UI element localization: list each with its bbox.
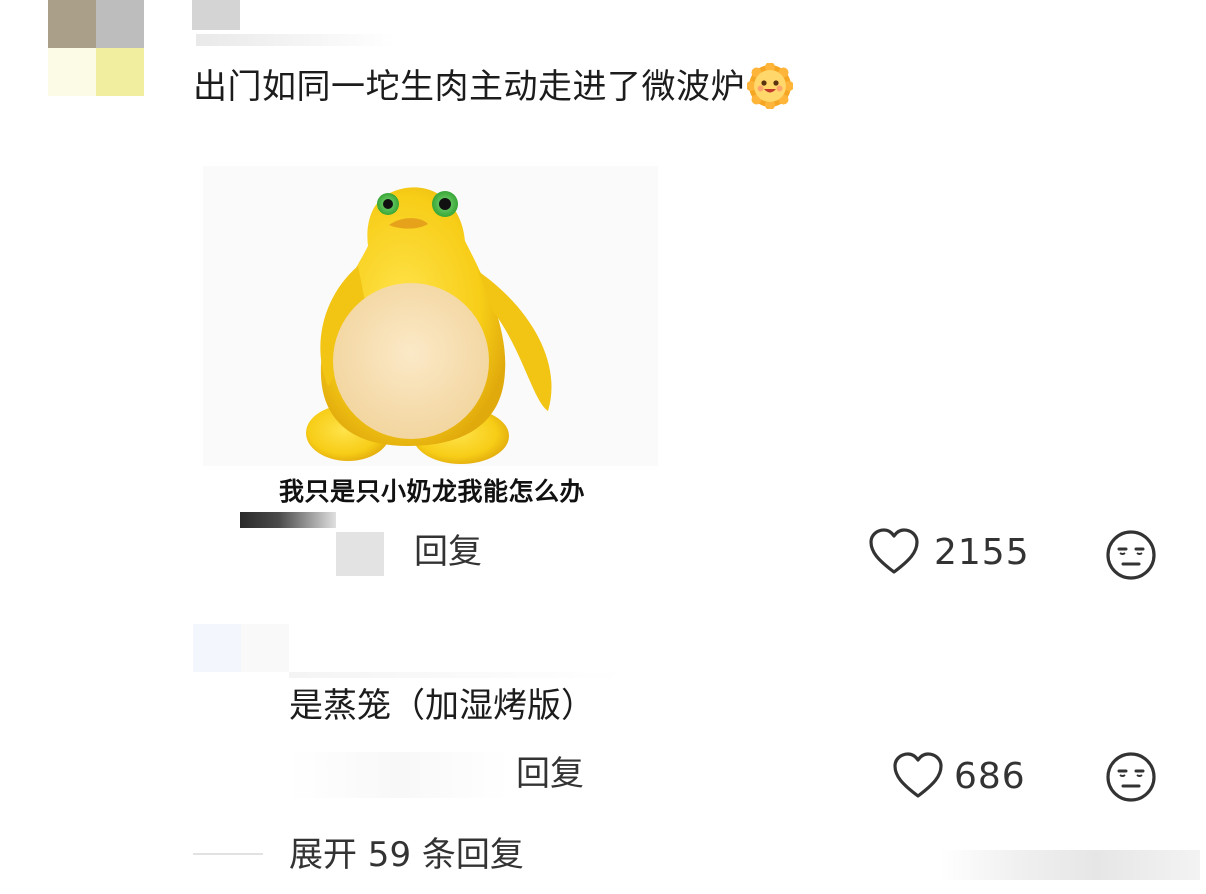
heart-outline-icon [869,528,919,574]
reply-avatar-blur [241,624,289,672]
reply-text: 是蒸笼（加湿烤版） [289,686,595,726]
avatar-pixel [96,48,144,96]
like-count: 686 [954,755,1026,797]
comment-text: 出门如同一坨生肉主动走进了微波炉 [193,61,794,112]
expand-replies-button[interactable]: 展开 59 条回复 [289,833,524,877]
avatar-pixel [96,0,144,48]
dislike-face-icon[interactable] [1104,750,1158,808]
comment-text-content: 出门如同一坨生肉主动走进了微波炉 [193,67,745,107]
like-button[interactable]: 2155 [868,528,1030,576]
commenter-name-redacted[interactable] [192,0,240,30]
commenter-avatar[interactable] [48,0,144,96]
smiling-sun-emoji-icon [746,61,794,110]
reply-button[interactable]: 回复 [516,754,584,794]
like-count: 2155 [934,531,1030,573]
dislike-face-icon[interactable] [1104,528,1158,586]
redacted-timestamp [240,512,336,528]
avatar-pixel [48,0,96,48]
watermark-redacted [940,850,1200,880]
redacted-location [336,532,384,576]
redacted-reply-meta [289,752,509,798]
reply-name-redacted [289,672,625,678]
reply-avatar[interactable] [193,624,241,672]
expand-divider [193,853,263,855]
commenter-meta-redacted [196,34,396,46]
avatar-pixel [48,48,96,96]
meme-caption: 我只是只小奶龙我能怎么办 [278,477,585,506]
reply-button[interactable]: 回复 [414,532,482,572]
penguin-figure-illustration [203,166,658,466]
heart-outline-icon [893,752,943,798]
comment-meme-image[interactable]: 我只是只小奶龙我能怎么办 [193,146,671,522]
like-button[interactable]: 686 [892,752,1026,800]
